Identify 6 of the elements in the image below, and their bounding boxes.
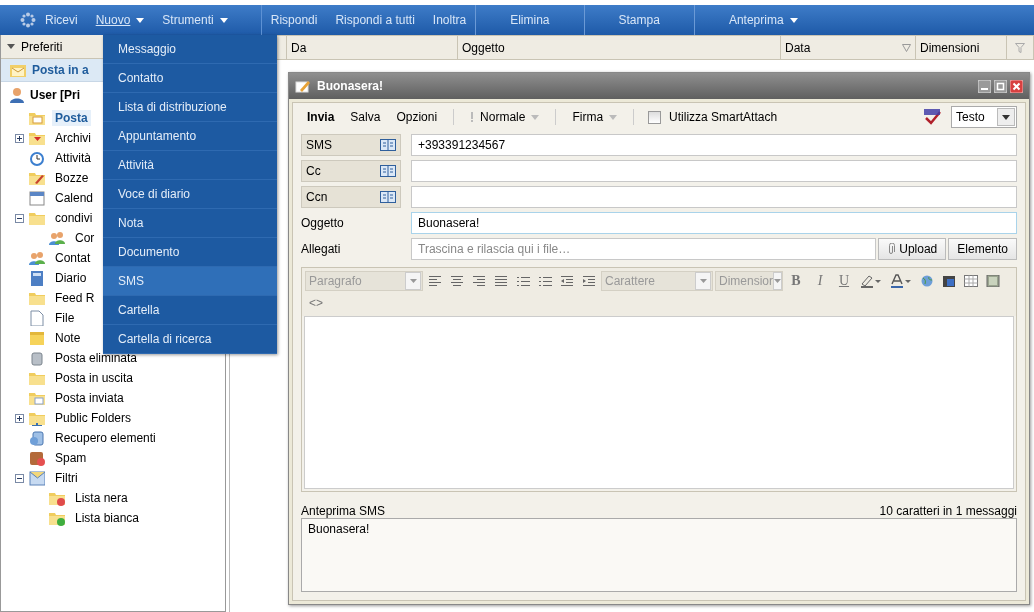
sms-preview-label: Anteprima SMS — [301, 504, 386, 518]
character-count: 10 caratteri in 1 messaggi — [879, 504, 1017, 518]
attachments-label: Allegati — [301, 242, 342, 256]
subject-label: Oggetto — [301, 216, 345, 230]
sms-preview-text: Buonasera! — [308, 522, 370, 536]
window-title: Buonasera! — [317, 79, 384, 93]
